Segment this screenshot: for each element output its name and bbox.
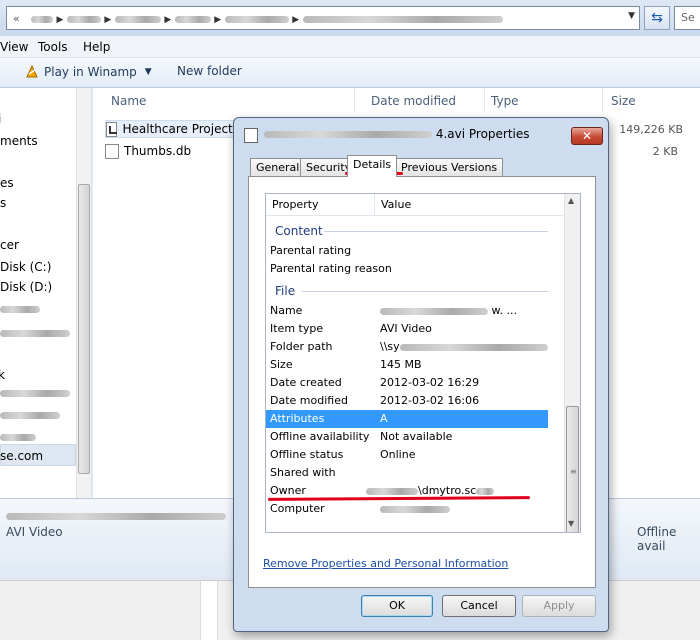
properties-dialog: 4.avi Properties ✕ General Security Deta… [233,117,609,632]
nav-item-partial[interactable]: i [0,112,1,126]
apply-button[interactable]: Apply [522,595,596,617]
property-row-offline-availability[interactable]: Offline availability Not available [266,428,548,446]
menu-bar: View Tools Help [0,36,700,58]
refresh-icon: ⇆ [651,10,663,26]
close-button[interactable]: ✕ [571,127,603,145]
column-header-property[interactable]: Property [272,198,319,211]
nav-item-documents[interactable]: ments [0,134,38,148]
nav-item-blurred[interactable] [0,326,70,340]
property-row-folder-path[interactable]: Folder path \\sy [266,338,548,356]
address-path-blurred: ▶ ▶ ▶ ▶ ▶ [31,12,503,25]
nav-item-blurred[interactable] [0,386,70,400]
details-file-type: AVI Video [6,525,63,539]
details-file-name-blurred [6,509,226,523]
lower-scrollbar[interactable] [200,581,218,640]
column-header-size[interactable]: Size [605,88,700,112]
file-size-thumbs: 2 KB [652,145,678,158]
scroll-up-icon[interactable]: ▲ [568,196,574,205]
property-list-scrollbar-thumb[interactable]: ≡ [566,406,579,532]
file-row-thumbs[interactable]: Thumbs.db [105,142,191,160]
column-header-name[interactable]: Name [105,88,355,112]
property-row[interactable]: Parental rating reason [266,260,548,278]
nav-scrollbar-thumb[interactable] [78,184,90,474]
nav-item-pictures[interactable]: es [0,176,14,190]
section-divider [324,231,548,232]
details-offline-availability: Offline avail [637,525,677,553]
play-in-winamp-button[interactable]: Play in Winamp ▼ [24,64,152,80]
menu-help[interactable]: Help [83,40,110,54]
menu-view[interactable]: View [0,40,28,54]
menu-tools[interactable]: Tools [38,40,68,54]
search-input[interactable]: Se [674,6,700,30]
nav-item-blurred[interactable] [0,430,36,444]
property-row-name[interactable]: Name w. ... [266,302,548,320]
property-row-date-modified[interactable]: Date modified 2012-03-02 16:06 [266,392,548,410]
scroll-down-icon[interactable]: ▼ [568,519,574,528]
tab-general[interactable]: General [250,158,306,176]
address-input[interactable]: « ▶ ▶ ▶ ▶ ▶ ▼ [6,6,640,30]
dialog-title: 4.avi Properties [264,127,530,141]
nav-item-blurred[interactable] [0,302,40,316]
new-folder-button[interactable]: New folder [177,64,242,78]
section-divider [302,291,548,292]
nav-item-network-domain[interactable]: se.com [0,449,43,463]
property-row-offline-status[interactable]: Offline status Online [266,446,548,464]
property-list-header: Property Value [266,194,566,216]
close-icon: ✕ [581,129,593,143]
column-header-type[interactable]: Type [485,88,603,112]
remove-properties-link[interactable]: Remove Properties and Personal Informati… [263,557,508,570]
nav-item-disk-c[interactable]: Disk (C:) [0,260,51,274]
column-header-value[interactable]: Value [381,198,411,211]
column-header-date-modified[interactable]: Date modified [365,88,485,112]
file-row-healthcare[interactable]: Healthcare Projects [105,120,240,138]
ok-button[interactable]: OK [361,595,433,617]
navigation-pane: i ments es s cer Disk (C:) Disk (D:) k s… [0,88,92,498]
property-row-computer[interactable]: Computer [266,500,548,518]
property-list[interactable]: Property Value Content Parental rating P… [265,193,581,533]
address-back-segment[interactable]: « [13,12,20,25]
property-row-item-type[interactable]: Item type AVI Video [266,320,548,338]
property-row-date-created[interactable]: Date created 2012-03-02 16:29 [266,374,548,392]
header-divider [374,194,375,216]
file-size-healthcare: 149,226 KB [619,123,683,136]
section-file: File [275,284,296,298]
property-list-scrollbar[interactable]: ▲ ≡ ▼ [564,194,580,532]
property-row-size[interactable]: Size 145 MB [266,356,548,374]
video-file-icon [106,121,118,137]
nav-item-disk-d[interactable]: Disk (D:) [0,280,52,294]
nav-item-blurred[interactable] [0,408,60,422]
tab-previous-versions[interactable]: Previous Versions [395,158,504,176]
address-dropdown-icon[interactable]: ▼ [628,11,635,21]
nav-item-computer[interactable]: cer [0,238,19,252]
section-content: Content [275,224,323,238]
chevron-down-icon: ▼ [144,67,152,77]
winamp-icon [26,64,38,78]
command-toolbar: Play in Winamp ▼ New folder [0,58,700,88]
refresh-button[interactable]: ⇆ [644,6,670,30]
tab-details[interactable]: Details [347,155,398,177]
property-row-attributes[interactable]: Attributes A [266,410,548,428]
details-tab-panel: Property Value Content Parental rating P… [248,176,596,588]
nav-item-partial[interactable]: k [0,368,5,382]
address-bar-area: « ▶ ▶ ▶ ▶ ▶ ▼ ⇆ Se [0,0,700,36]
grip-icon: ≡ [570,467,577,476]
property-row-shared-with[interactable]: Shared with [266,464,548,482]
video-file-icon [244,128,258,143]
nav-item-videos[interactable]: s [0,196,6,210]
file-icon [105,143,119,159]
property-row[interactable]: Parental rating [266,242,548,260]
cancel-button[interactable]: Cancel [442,595,516,617]
